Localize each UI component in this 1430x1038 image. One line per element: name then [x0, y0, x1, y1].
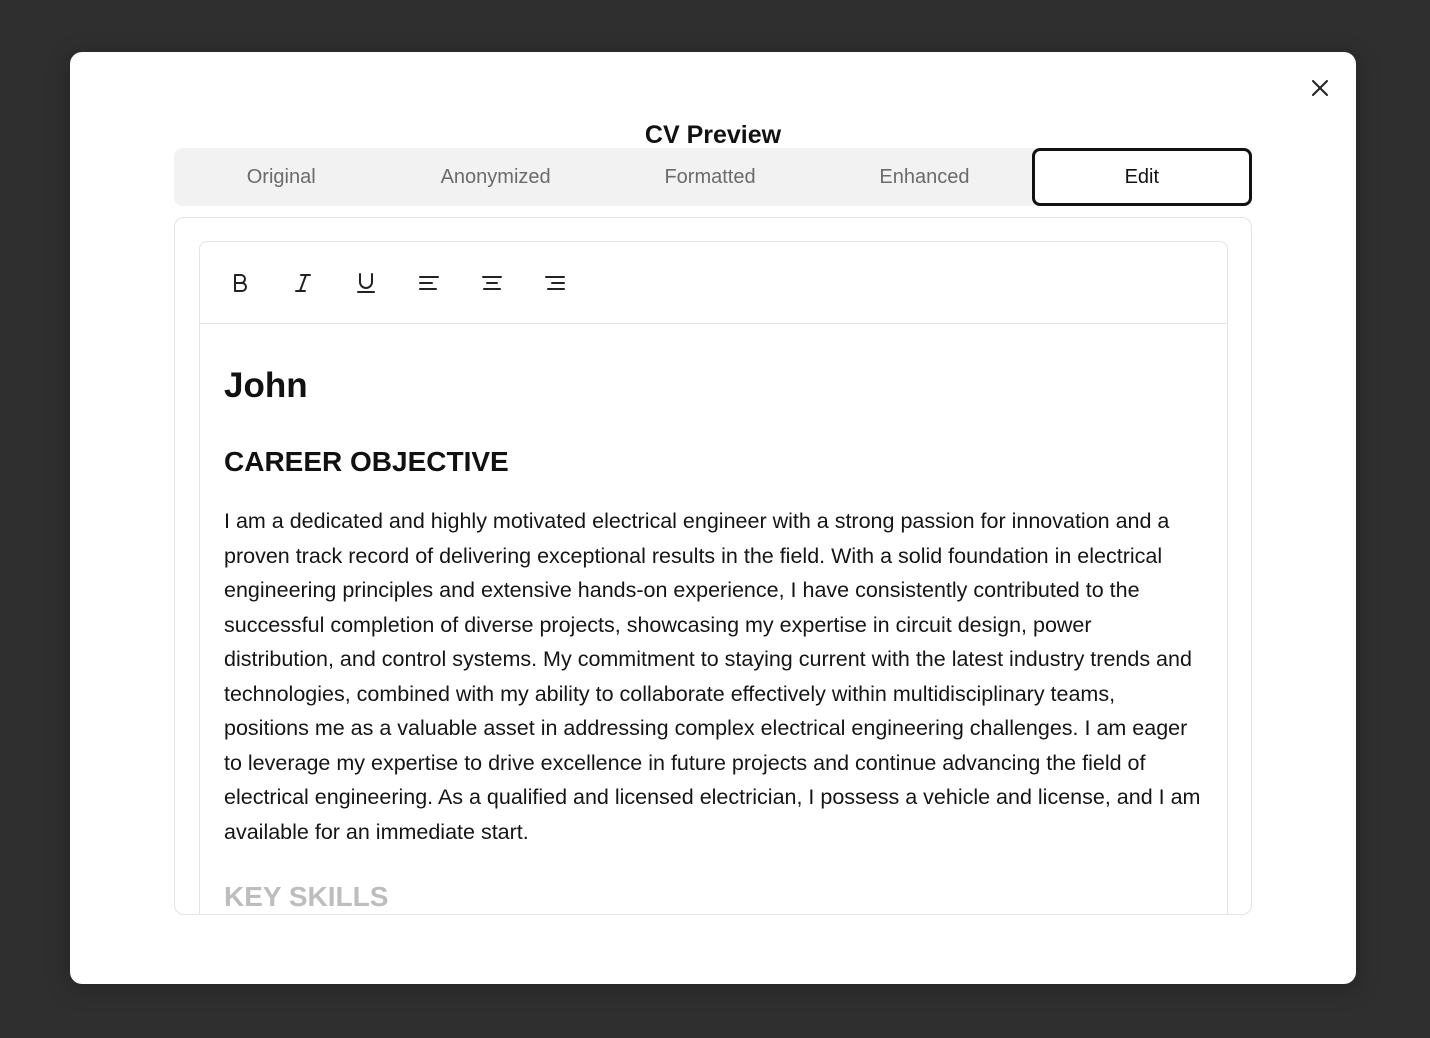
underline-icon — [357, 272, 375, 293]
bold-button[interactable] — [222, 265, 258, 301]
underline-button[interactable] — [348, 265, 384, 301]
align-center-icon — [482, 275, 502, 290]
modal-title: CV Preview — [644, 121, 782, 149]
align-center-button[interactable] — [474, 265, 510, 301]
tab-formatted[interactable]: Formatted — [603, 148, 817, 206]
italic-button[interactable] — [285, 265, 321, 301]
italic-icon — [295, 273, 311, 292]
section-heading-key-skills: KEY SKILLS — [224, 881, 389, 912]
close-button[interactable] — [1306, 74, 1334, 102]
editor-content[interactable]: John CAREER OBJECTIVE I am a dedicated a… — [200, 324, 1227, 913]
cv-name: John — [224, 366, 308, 405]
tab-anonymized[interactable]: Anonymized — [388, 148, 602, 206]
close-icon — [1312, 80, 1328, 96]
rich-text-editor: John CAREER OBJECTIVE I am a dedicated a… — [199, 241, 1228, 914]
align-left-button[interactable] — [411, 265, 447, 301]
cv-preview-modal: CV Preview Original Anonymized Formatted… — [70, 52, 1356, 984]
align-right-icon — [545, 275, 565, 290]
tab-enhanced[interactable]: Enhanced — [817, 148, 1031, 206]
career-objective-paragraph: I am a dedicated and highly motivated el… — [224, 509, 1201, 844]
editor-card: John CAREER OBJECTIVE I am a dedicated a… — [174, 217, 1252, 915]
tab-original[interactable]: Original — [174, 148, 388, 206]
view-tabs: Original Anonymized Formatted Enhanced E… — [174, 148, 1253, 206]
tab-edit[interactable]: Edit — [1031, 148, 1253, 206]
section-heading-career-objective: CAREER OBJECTIVE — [224, 446, 509, 477]
formatting-toolbar — [200, 242, 1227, 324]
align-left-icon — [419, 275, 439, 290]
bold-icon — [234, 273, 247, 292]
align-right-button[interactable] — [537, 265, 573, 301]
